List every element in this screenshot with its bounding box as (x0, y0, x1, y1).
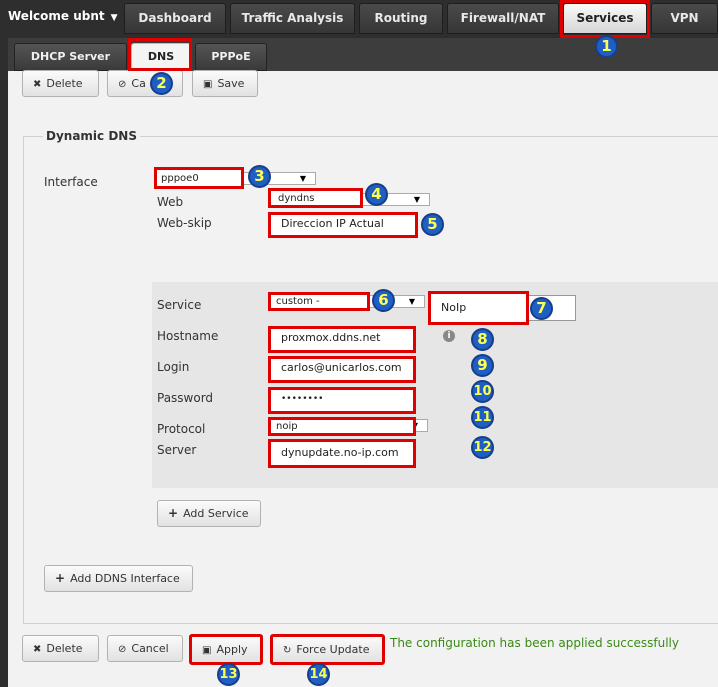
delete-button-bottom[interactable]: ✖ Delete (22, 635, 99, 662)
cancel-label: Ca (131, 77, 146, 90)
left-frame (0, 38, 8, 687)
annotation-badge: 11 (471, 406, 494, 429)
status-message: The configuration has been applied succe… (390, 636, 679, 650)
cancel-icon: ⊘ (118, 79, 127, 90)
service-value: custom - (276, 296, 320, 307)
apply-button[interactable]: ▣ Apply (189, 634, 263, 665)
password-label: Password (157, 391, 214, 405)
web-highlight: dyndns (268, 188, 363, 208)
interface-value: pppoe0 (161, 173, 199, 184)
cancel-button-bottom[interactable]: ⊘ Cancel (107, 635, 183, 662)
protocol-label: Protocol (157, 422, 206, 436)
annotation-badge: 13 (217, 663, 240, 686)
close-icon: ✖ (33, 644, 42, 655)
services-tab-highlight (560, 0, 650, 38)
password-input[interactable]: •••••••• (268, 387, 416, 414)
interface-label: Interface (44, 175, 98, 189)
custom-service-input[interactable]: NoIp (428, 291, 529, 325)
tab-dashboard[interactable]: Dashboard (124, 3, 226, 34)
annotation-badge: 6 (372, 289, 395, 312)
force-update-button[interactable]: ↻ Force Update (270, 634, 385, 665)
refresh-icon: ↻ (283, 645, 292, 656)
web-skip-label: Web-skip (157, 216, 212, 230)
hostname-input[interactable]: proxmox.ddns.net (268, 326, 416, 353)
service-label: Service (157, 298, 202, 312)
web-value: dyndns (278, 193, 315, 204)
tab-routing[interactable]: Routing (359, 3, 443, 34)
cancel-label: Cancel (131, 642, 169, 655)
add-ddns-interface-button[interactable]: + Add DDNS Interface (44, 565, 193, 592)
welcome-label: Welcome ubnt (8, 9, 105, 23)
add-service-label: Add Service (183, 507, 249, 520)
add-ddns-interface-label: Add DDNS Interface (70, 572, 180, 585)
interface-highlight: pppoe0 (154, 167, 244, 189)
login-label: Login (157, 360, 190, 374)
plus-icon: + (168, 506, 179, 520)
server-input[interactable]: dynupdate.no-ip.com (268, 439, 416, 468)
apply-label: Apply (216, 643, 248, 656)
chevron-down-icon: ▼ (110, 13, 118, 23)
annotation-badge: 10 (471, 380, 494, 403)
dynamic-dns-legend: Dynamic DNS (43, 129, 140, 143)
dns-tab-highlight (128, 38, 192, 71)
tab-vpn[interactable]: VPN (651, 3, 718, 34)
protocol-value: noip (276, 421, 298, 432)
add-service-button[interactable]: + Add Service (157, 500, 261, 527)
annotation-badge: 1 (595, 35, 618, 58)
close-icon: ✖ (33, 79, 42, 90)
hostname-label: Hostname (157, 329, 219, 343)
service-highlight: custom - (268, 292, 370, 311)
tab-pppoe[interactable]: PPPoE (195, 43, 267, 71)
plus-icon: + (55, 571, 66, 585)
delete-label: Delete (46, 642, 83, 655)
force-update-label: Force Update (296, 643, 370, 656)
delete-button-top[interactable]: ✖ Delete (22, 70, 99, 97)
annotation-badge: 4 (365, 183, 388, 206)
web-skip-input[interactable]: Direccion IP Actual (268, 212, 418, 238)
info-icon[interactable]: i (443, 330, 455, 342)
protocol-highlight: noip (268, 417, 416, 436)
annotation-badge: 2 (150, 72, 173, 95)
floppy-icon: ▣ (203, 79, 213, 90)
web-label: Web (157, 195, 184, 209)
tab-traffic-analysis[interactable]: Traffic Analysis (230, 3, 355, 34)
save-button-top[interactable]: ▣ Save (192, 70, 258, 97)
cancel-icon: ⊘ (118, 644, 127, 655)
server-label: Server (157, 443, 197, 457)
tab-dhcp-server[interactable]: DHCP Server (14, 43, 127, 71)
annotation-badge: 7 (530, 297, 553, 320)
login-input[interactable]: carlos@unicarlos.com (268, 356, 416, 383)
annotation-badge: 3 (248, 165, 271, 188)
annotation-badge: 9 (471, 354, 494, 377)
delete-label: Delete (46, 77, 83, 90)
annotation-badge: 5 (421, 213, 444, 236)
annotation-badge: 12 (471, 436, 494, 459)
tab-firewall-nat[interactable]: Firewall/NAT (447, 3, 559, 34)
welcome-menu[interactable]: Welcome ubnt ▼ (8, 0, 118, 34)
floppy-icon: ▣ (202, 645, 212, 656)
save-label: Save (217, 77, 245, 90)
annotation-badge: 8 (471, 328, 494, 351)
annotation-badge: 14 (307, 663, 330, 686)
